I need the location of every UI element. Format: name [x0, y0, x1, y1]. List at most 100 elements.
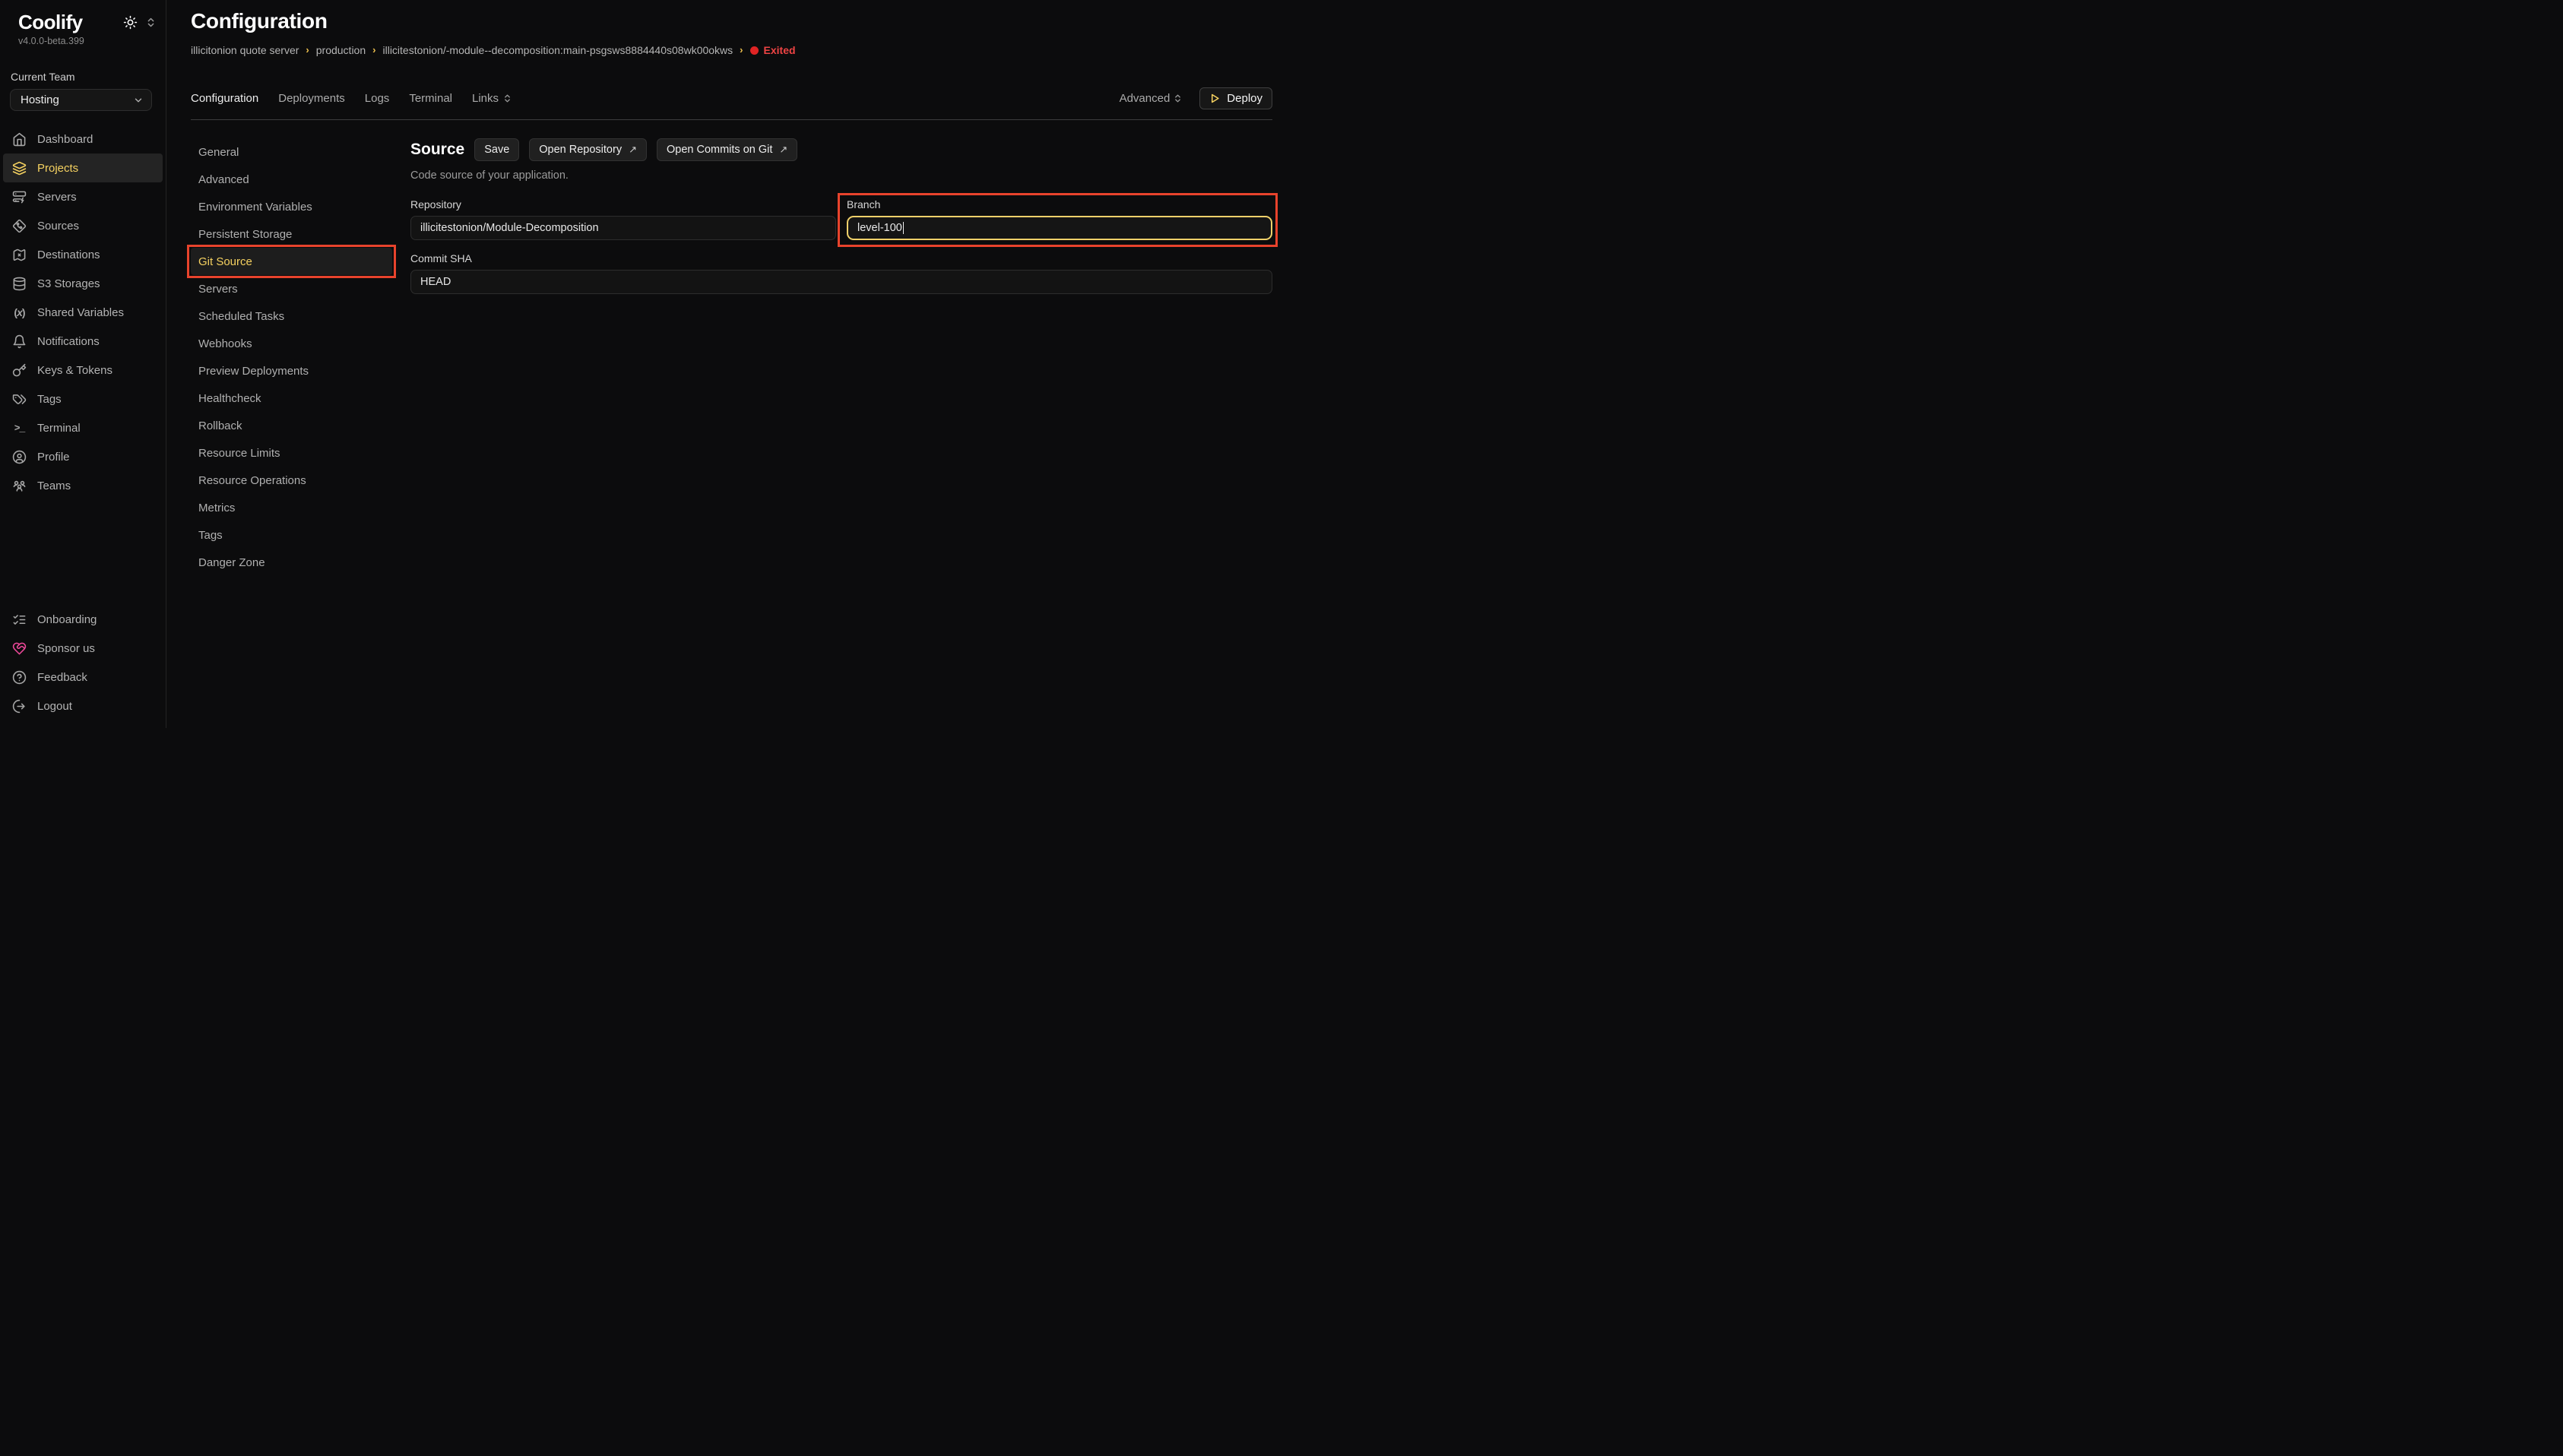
sidebar-item-destinations[interactable]: Destinations: [3, 240, 163, 269]
tabs-divider: [191, 119, 1272, 120]
breadcrumb-environment[interactable]: production: [316, 44, 366, 56]
current-team-label: Current Team: [3, 46, 163, 83]
open-repository-label: Open Repository: [539, 144, 622, 156]
sidebar-item-profile[interactable]: Profile: [3, 442, 163, 471]
subnav-item-danger-zone[interactable]: Danger Zone: [191, 549, 392, 576]
sidebar-item-label: Terminal: [37, 423, 81, 434]
source-subtitle: Code source of your application.: [410, 169, 1272, 182]
sidebar-item-keys-tokens[interactable]: Keys & Tokens: [3, 356, 163, 385]
chevron-right-icon: ›: [372, 44, 375, 55]
text-cursor: [903, 222, 904, 234]
subnav-item-rollback[interactable]: Rollback: [191, 412, 392, 439]
key-icon: [12, 363, 27, 378]
sidebar-item-dashboard[interactable]: Dashboard: [3, 125, 163, 154]
breadcrumb-project[interactable]: illicitonion quote server: [191, 44, 299, 56]
repository-input[interactable]: [410, 216, 836, 240]
save-button[interactable]: Save: [474, 138, 519, 161]
status-badge: Exited: [750, 44, 796, 56]
layers-icon: [12, 161, 27, 176]
branch-value: level-100: [857, 222, 902, 234]
subnav-item-advanced[interactable]: Advanced: [191, 166, 392, 193]
subnav-item-environment-variables[interactable]: Environment Variables: [191, 193, 392, 220]
status-dot-icon: [750, 46, 759, 55]
play-icon: [1209, 93, 1221, 104]
tab-terminal[interactable]: Terminal: [409, 92, 452, 105]
sidebar-item-projects[interactable]: Projects: [3, 154, 163, 182]
sidebar-item-shared-variables[interactable]: (x) Shared Variables: [3, 298, 163, 327]
subnav-item-scheduled-tasks[interactable]: Scheduled Tasks: [191, 302, 392, 330]
subnav-item-preview-deployments[interactable]: Preview Deployments: [191, 357, 392, 385]
advanced-dropdown[interactable]: Advanced: [1120, 92, 1183, 105]
sidebar-item-servers[interactable]: Servers: [3, 182, 163, 211]
user-circle-icon: [12, 450, 27, 464]
chevrons-up-down-icon: [502, 93, 512, 103]
git-source-icon: [12, 219, 27, 233]
breadcrumb: illicitonion quote server › production ›…: [191, 44, 1272, 56]
logout-icon: [12, 699, 27, 714]
sidebar-item-label: Destinations: [37, 249, 100, 261]
subnav-item-tags[interactable]: Tags: [191, 521, 392, 549]
sidebar-item-label: Keys & Tokens: [37, 365, 112, 376]
breadcrumb-resource[interactable]: illicitestonion/-module--decomposition:m…: [382, 44, 733, 56]
branch-input[interactable]: level-100: [847, 216, 1272, 240]
sidebar-item-label: Feedback: [37, 672, 87, 683]
deploy-label: Deploy: [1227, 92, 1262, 105]
tabs: Configuration Deployments Logs Terminal …: [191, 92, 512, 105]
sidebar-item-terminal[interactable]: >_ Terminal: [3, 413, 163, 442]
subnav-item-persistent-storage[interactable]: Persistent Storage: [191, 220, 392, 248]
subnav-item-git-source[interactable]: Git Source: [191, 248, 392, 275]
open-commits-label: Open Commits on Git: [667, 144, 772, 156]
sidebar-item-label: Shared Variables: [37, 307, 124, 318]
subnav-item-webhooks[interactable]: Webhooks: [191, 330, 392, 357]
sidebar-item-sponsor-us[interactable]: Sponsor us: [3, 634, 163, 663]
sidebar-item-logout[interactable]: Logout: [3, 692, 163, 720]
tab-configuration[interactable]: Configuration: [191, 92, 258, 105]
subnav-item-metrics[interactable]: Metrics: [191, 494, 392, 521]
tab-links-label: Links: [472, 92, 499, 105]
home-icon: [12, 132, 27, 147]
branch-field-group: Branch level-100: [847, 198, 1272, 240]
chevrons-up-down-icon: [1173, 93, 1183, 103]
commit-sha-input[interactable]: [410, 270, 1272, 294]
sidebar-item-label: Notifications: [37, 336, 100, 347]
open-repository-button[interactable]: Open Repository ↗: [529, 138, 647, 161]
tab-links[interactable]: Links: [472, 92, 512, 105]
team-select-value: Hosting: [21, 93, 59, 106]
sidebar-item-label: Profile: [37, 451, 70, 463]
subnav-item-healthcheck[interactable]: Healthcheck: [191, 385, 392, 412]
sidebar-item-label: Teams: [37, 480, 71, 492]
sidebar-item-s3-storages[interactable]: S3 Storages: [3, 269, 163, 298]
sidebar-item-feedback[interactable]: Feedback: [3, 663, 163, 692]
sidebar-spacer: [3, 500, 163, 591]
sidebar-item-sources[interactable]: Sources: [3, 211, 163, 240]
subnav-item-general[interactable]: General: [191, 138, 392, 166]
sun-icon[interactable]: [123, 15, 138, 30]
users-icon: [12, 479, 27, 493]
page-title: Configuration: [191, 9, 1272, 33]
subnav-item-resource-operations[interactable]: Resource Operations: [191, 467, 392, 494]
sidebar-item-onboarding[interactable]: Onboarding: [3, 605, 163, 634]
sidebar-item-label: Sources: [37, 220, 79, 232]
tab-deployments[interactable]: Deployments: [278, 92, 345, 105]
sidebar-item-label: Logout: [37, 701, 72, 712]
sidebar-item-teams[interactable]: Teams: [3, 471, 163, 500]
team-select[interactable]: Hosting: [10, 89, 152, 111]
source-heading: Source: [410, 141, 464, 159]
map-icon: [12, 248, 27, 262]
sidebar-item-label: Tags: [37, 394, 62, 405]
sidebar-item-label: Dashboard: [37, 134, 93, 145]
terminal-icon: >_: [12, 423, 27, 434]
status-text: Exited: [764, 44, 796, 56]
tags-icon: [12, 392, 27, 407]
subnav-item-resource-limits[interactable]: Resource Limits: [191, 439, 392, 467]
tab-logs[interactable]: Logs: [365, 92, 390, 105]
chevrons-up-down-icon[interactable]: [145, 17, 157, 28]
sidebar-item-tags[interactable]: Tags: [3, 385, 163, 413]
sidebar-item-label: S3 Storages: [37, 278, 100, 290]
database-icon: [12, 277, 27, 291]
branch-label: Branch: [847, 198, 1272, 210]
subnav-item-servers[interactable]: Servers: [191, 275, 392, 302]
open-commits-button[interactable]: Open Commits on Git ↗: [657, 138, 797, 161]
deploy-button[interactable]: Deploy: [1199, 87, 1272, 109]
sidebar-item-notifications[interactable]: Notifications: [3, 327, 163, 356]
